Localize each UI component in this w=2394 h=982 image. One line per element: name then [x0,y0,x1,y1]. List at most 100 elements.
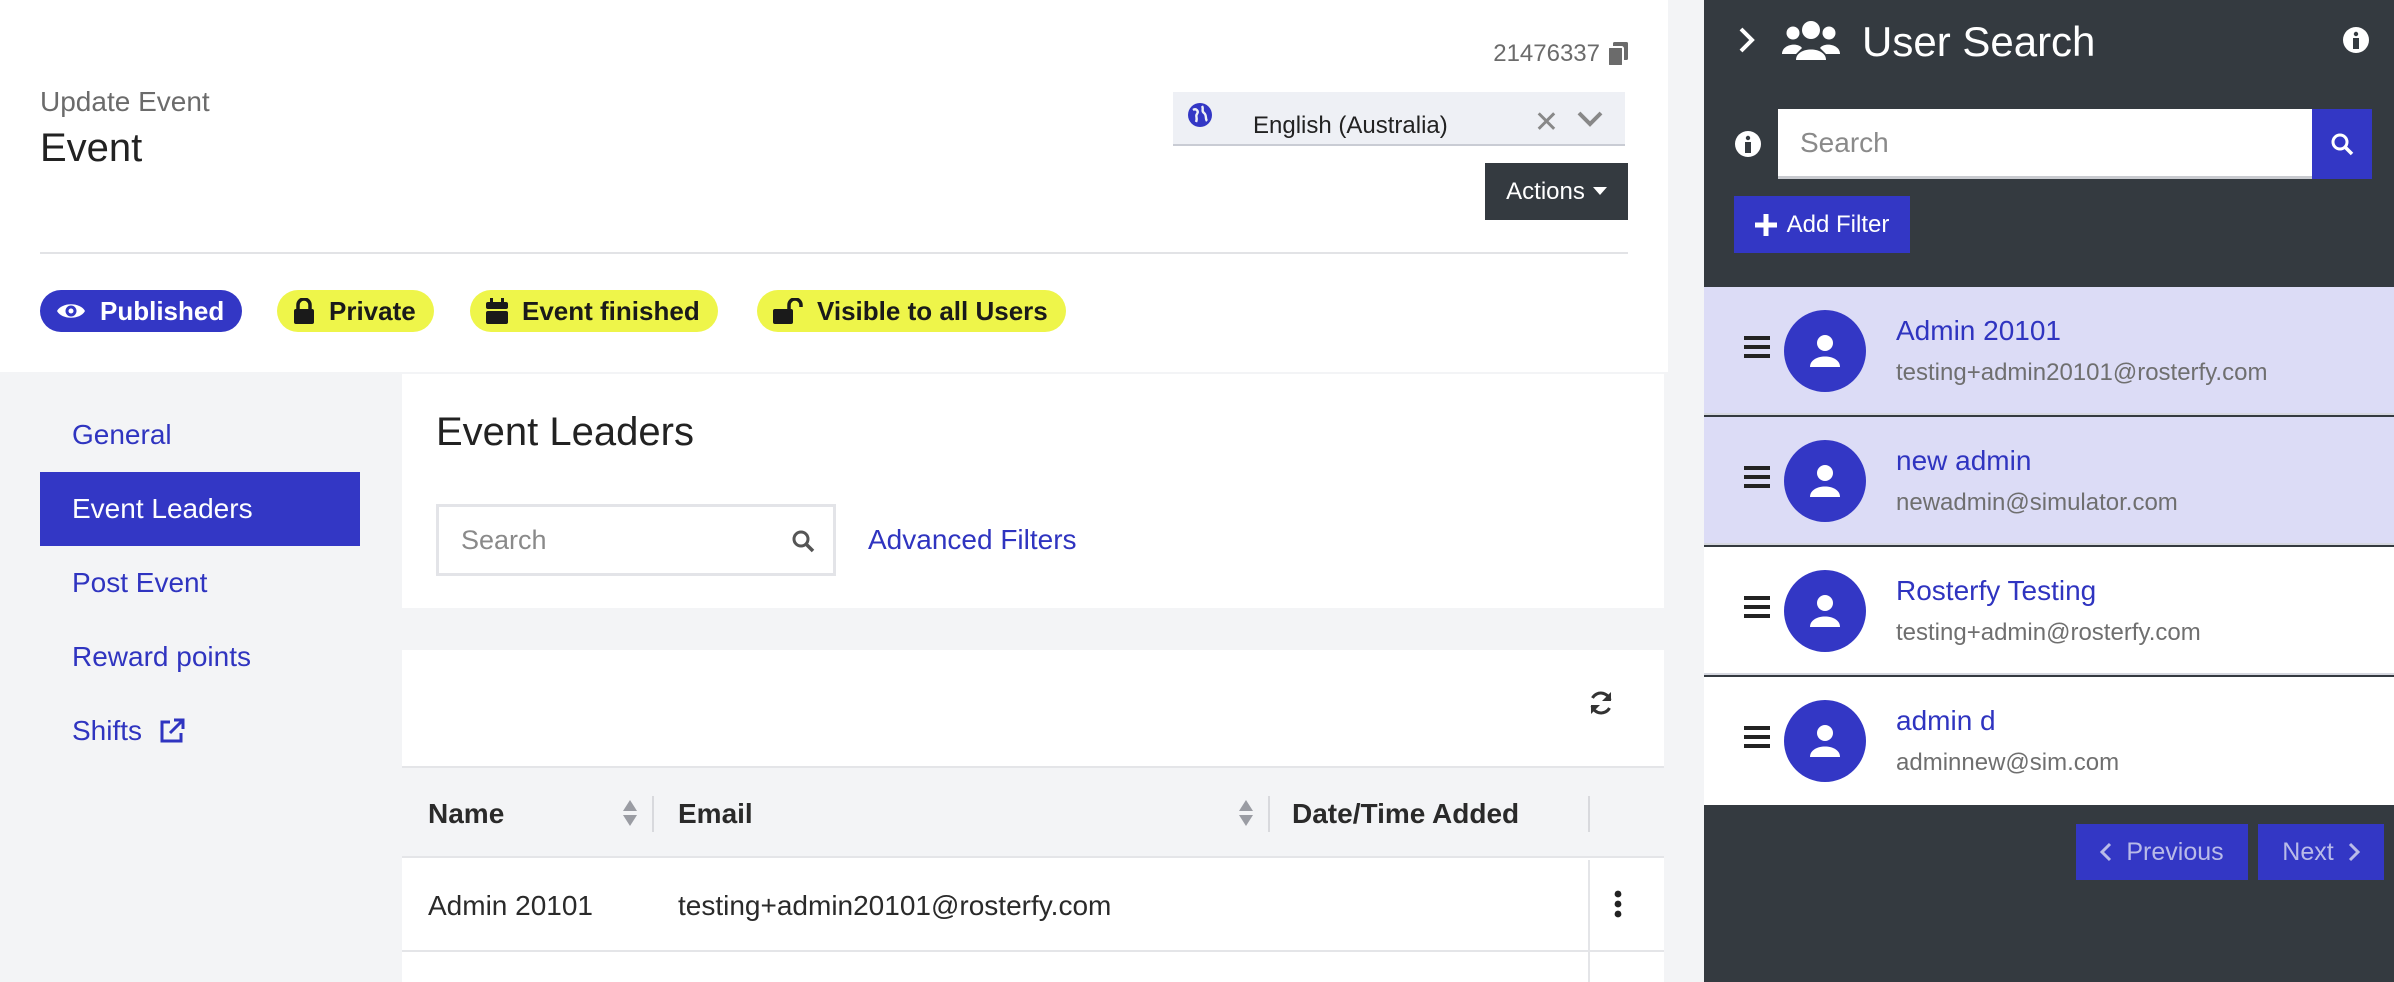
user-name: new admin [1896,445,2032,476]
user-icon [1810,725,1840,757]
badge-label: Event finished [522,295,700,326]
leaders-search-input[interactable] [461,525,781,556]
user-name: Admin 20101 [1896,315,2062,346]
user-icon [1810,595,1840,627]
next-button[interactable]: Next [2258,824,2384,880]
sidebar-item-reward-points[interactable]: Reward points [40,620,360,694]
status-badge-published: Published [40,290,243,332]
event-id: 21476337 [1493,40,1628,68]
user-list-item[interactable]: Rosterfy Testing testing+admin@rosterfy.… [1704,547,2394,675]
column-divider [1268,796,1270,832]
user-list-item[interactable]: admin d adminnew@sim.com [1704,677,2394,805]
clear-icon[interactable]: ✕ [1534,108,1559,138]
page-title: Event [40,126,143,170]
user-email: testing+admin20101@rosterfy.com [1896,359,2268,386]
page-subtitle: Update Event [40,86,210,117]
refresh-icon[interactable] [1588,690,1614,716]
actions-label: Actions [1506,177,1585,205]
sidebar-item-label: Shifts [72,715,143,746]
main-content: 21476337 Update Event Event English (Aus… [0,0,1668,982]
unlock-icon [773,298,803,324]
column-header-date-added: Date/Time Added [1292,798,1520,829]
status-badge-private: Private [277,290,434,332]
badge-label: Visible to all Users [817,295,1048,326]
actions-button[interactable]: Actions [1485,163,1628,220]
cell-name: Admin 20101 [428,890,594,921]
chevron-down-icon[interactable] [1577,110,1603,128]
chevron-right-icon[interactable] [1738,26,1756,54]
event-leaders-card: Event Leaders Advanced Filters [402,374,1664,608]
language-value: English (Australia) [1253,112,1448,139]
cell-email: testing+admin20101@rosterfy.com [678,890,1112,921]
external-link-icon [160,718,185,743]
lock-icon [294,298,314,324]
next-label: Next [2282,837,2334,866]
sidebar-item-label: Event Leaders [72,493,253,524]
eye-icon [57,304,85,318]
plus-icon [1754,213,1777,236]
drag-handle-icon[interactable] [1744,725,1770,749]
sidebar-item-general[interactable]: General [40,398,360,472]
user-search-panel: User Search Add Filter [1704,0,2394,982]
section-title: Event Leaders [436,410,694,454]
avatar [1784,310,1866,392]
event-id-text: 21476337 [1493,40,1600,67]
previous-label: Previous [2126,837,2224,866]
table-row[interactable]: Admin 20101 testing+admin20101@rosterfy.… [402,860,1664,982]
add-filter-label: Add Filter [1786,210,1890,238]
user-list-item[interactable]: Admin 20101 testing+admin20101@rosterfy.… [1704,287,2394,415]
panel-gutter [1668,0,1704,982]
status-badge-visible: Visible to all Users [757,290,1066,332]
avatar [1784,440,1866,522]
advanced-filters-link[interactable]: Advanced Filters [868,524,1077,556]
user-list-item[interactable]: new admin newadmin@simulator.com [1704,417,2394,545]
user-name: admin d [1896,705,1996,736]
panel-title: User Search [1862,18,2096,65]
user-name: Rosterfy Testing [1896,575,2097,606]
add-filter-button[interactable]: Add Filter [1734,196,1910,253]
column-header-name[interactable]: Name [428,798,504,830]
user-search-input[interactable] [1800,127,2290,159]
leaders-table-card: Name Email Date/Time Added Admin 20101 t… [402,650,1664,982]
sidebar-item-shifts[interactable]: Shifts [40,694,360,768]
badge-label: Published [100,295,225,326]
more-options-icon[interactable] [1614,890,1622,918]
avatar [1784,570,1866,652]
search-icon [2331,133,2354,156]
search-icon[interactable] [791,529,815,553]
info-icon[interactable] [1734,130,1762,158]
sidebar-item-post-event[interactable]: Post Event [40,546,360,620]
language-select[interactable]: English (Australia) ✕ [1173,92,1625,146]
users-icon [1782,21,1840,60]
column-divider [1588,860,1590,982]
chevron-right-icon [2348,842,2360,862]
user-search-button[interactable] [2312,109,2372,179]
drag-handle-icon[interactable] [1744,595,1770,619]
badge-label: Private [329,295,416,326]
user-email: adminnew@sim.com [1896,749,2120,776]
user-icon [1810,465,1840,497]
sidebar-item-event-leaders[interactable]: Event Leaders [40,472,360,546]
user-search-field [1778,109,2312,179]
avatar [1784,700,1866,782]
calendar-icon [486,298,508,324]
copy-icon[interactable] [1608,42,1628,66]
previous-button[interactable]: Previous [2076,824,2248,880]
caret-down-icon [1592,187,1607,195]
sidebar-item-label: Reward points [72,641,251,672]
column-header-email[interactable]: Email [678,798,753,830]
user-icon [1810,335,1840,367]
globe-icon [1188,103,1212,127]
header-divider [40,252,1628,254]
user-email: testing+admin@rosterfy.com [1896,619,2201,646]
info-icon[interactable] [2342,26,2370,54]
drag-handle-icon[interactable] [1744,335,1770,359]
drag-handle-icon[interactable] [1744,465,1770,489]
sort-icon[interactable] [622,798,638,828]
leaders-search [436,504,836,576]
sidebar-item-label: Post Event [72,567,208,598]
table-header: Name Email Date/Time Added [402,766,1664,858]
chevron-left-icon [2100,842,2112,862]
sort-icon[interactable] [1238,798,1254,828]
user-email: newadmin@simulator.com [1896,489,2178,516]
